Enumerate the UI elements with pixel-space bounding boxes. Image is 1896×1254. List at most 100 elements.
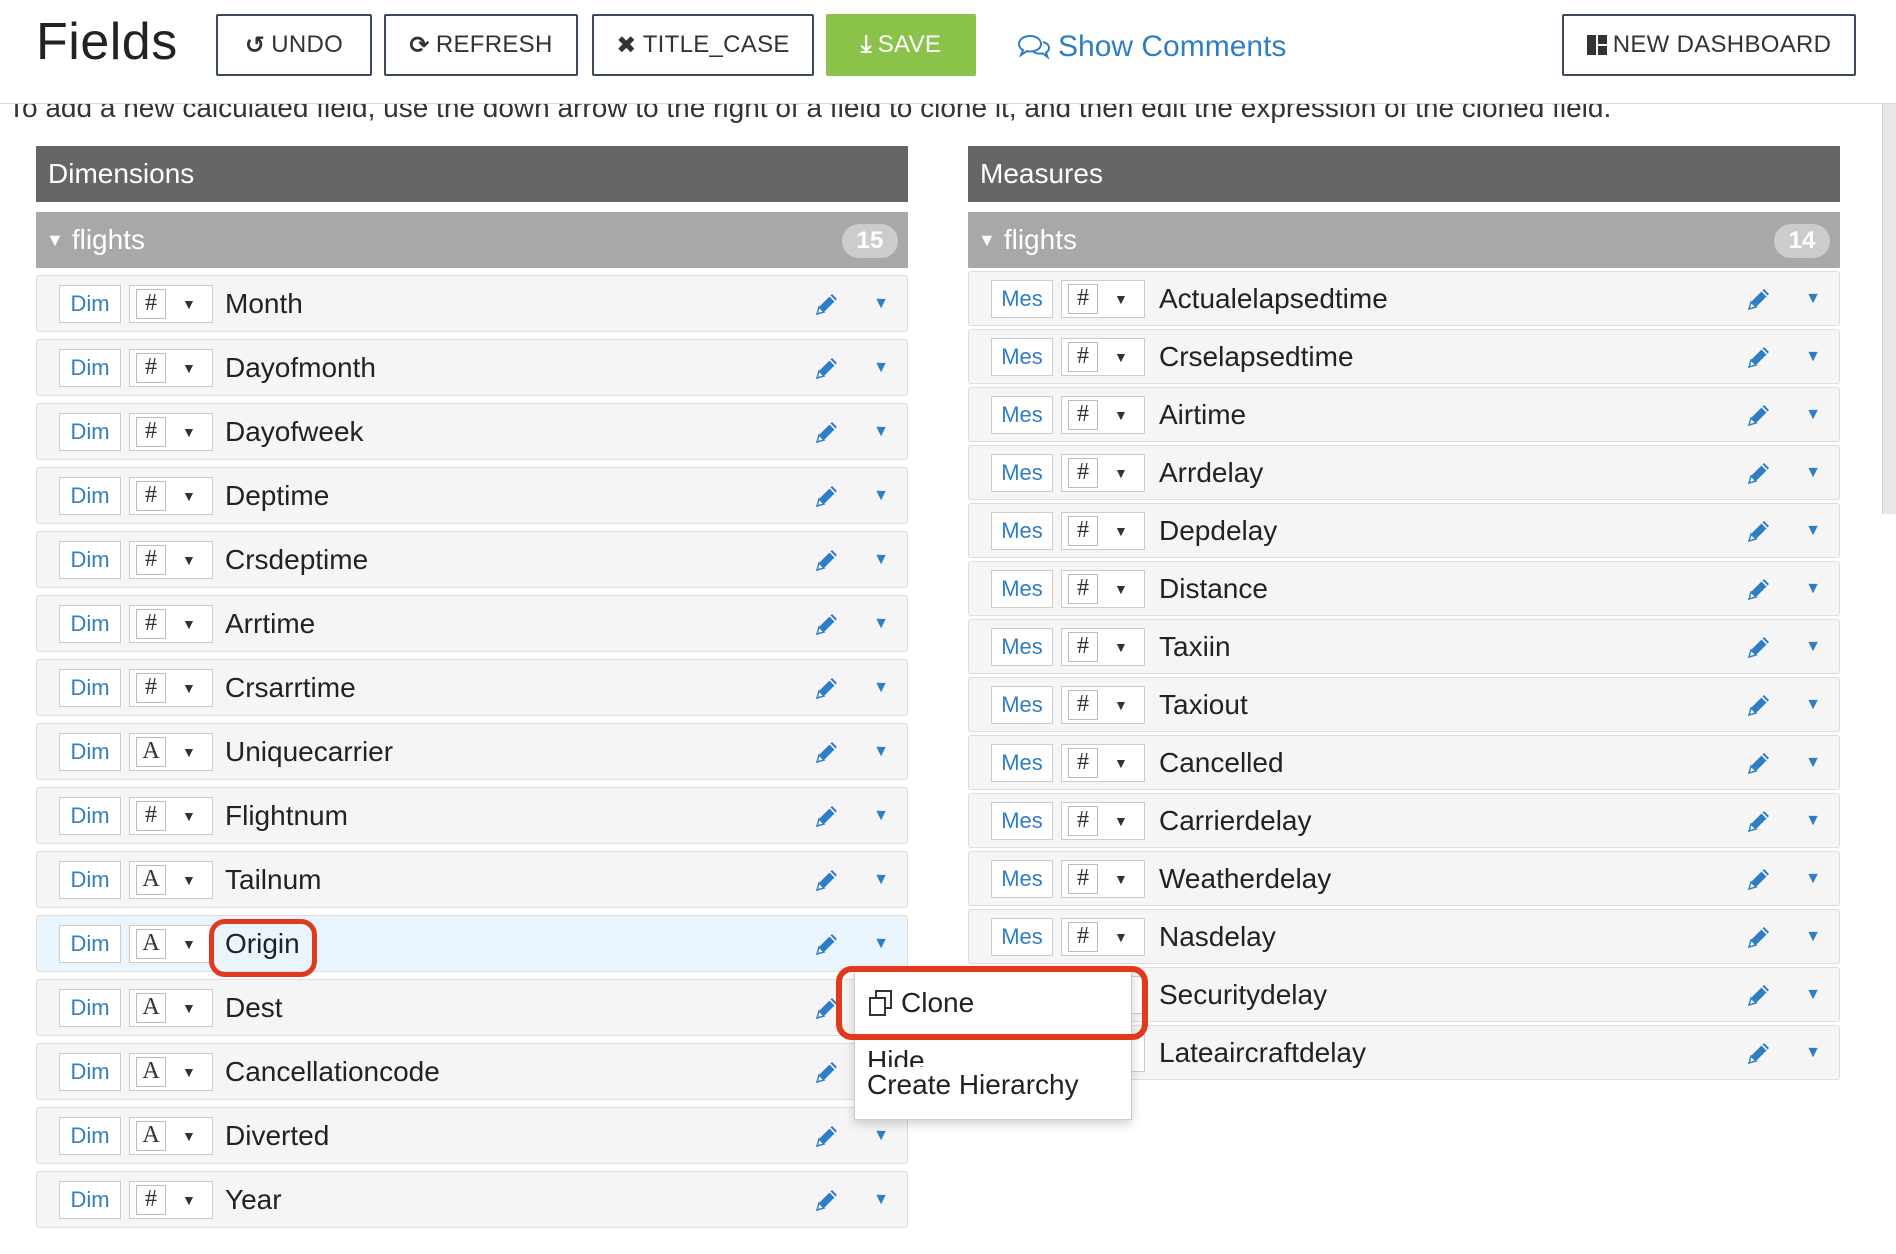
field-row[interactable]: Dim # ▼ Crsdeptime ▼: [36, 531, 908, 588]
field-role-badge[interactable]: Dim: [59, 476, 121, 515]
caret-down-icon[interactable]: ▼: [1805, 522, 1821, 540]
field-type-select[interactable]: #▼: [1061, 279, 1145, 318]
pencil-icon[interactable]: [1745, 923, 1773, 951]
field-type-select[interactable]: A ▼: [129, 1116, 213, 1155]
field-role-badge[interactable]: Mes: [991, 627, 1053, 666]
caret-down-icon[interactable]: ▼: [873, 551, 889, 569]
caret-down-icon[interactable]: ▼: [1805, 812, 1821, 830]
pencil-icon[interactable]: [1745, 865, 1773, 893]
field-type-select[interactable]: #▼: [1061, 337, 1145, 376]
field-type-select[interactable]: A ▼: [129, 1052, 213, 1091]
field-role-badge[interactable]: Dim: [59, 988, 121, 1027]
field-role-badge[interactable]: Mes: [991, 569, 1053, 608]
field-row[interactable]: Dim # ▼ Dayofmonth ▼: [36, 339, 908, 396]
field-role-badge[interactable]: Dim: [59, 924, 121, 963]
field-row[interactable]: Dim # ▼ Crsarrtime ▼: [36, 659, 908, 716]
pencil-icon[interactable]: [813, 354, 841, 382]
pencil-icon[interactable]: [813, 930, 841, 958]
field-type-select[interactable]: #▼: [1061, 453, 1145, 492]
field-role-badge[interactable]: Mes: [991, 801, 1053, 840]
field-type-select[interactable]: #▼: [129, 284, 213, 323]
field-row[interactable]: Dim # ▼ Month ▼: [36, 275, 908, 332]
pencil-icon[interactable]: [813, 1122, 841, 1150]
field-row[interactable]: Mes # ▼ Weatherdelay ▼: [968, 851, 1840, 906]
caret-down-icon[interactable]: ▼: [1805, 754, 1821, 772]
pencil-icon[interactable]: [813, 546, 841, 574]
pencil-icon[interactable]: [1745, 517, 1773, 545]
pencil-icon[interactable]: [1745, 401, 1773, 429]
show-comments-link[interactable]: Show Comments: [1018, 30, 1286, 64]
caret-down-icon[interactable]: ▼: [1805, 870, 1821, 888]
caret-down-icon[interactable]: ▼: [1805, 638, 1821, 656]
caret-down-icon[interactable]: ▼: [1805, 928, 1821, 946]
pencil-icon[interactable]: [1745, 575, 1773, 603]
caret-down-icon[interactable]: ▼: [1805, 986, 1821, 1004]
field-row[interactable]: Mes # ▼ Taxiin ▼: [968, 619, 1840, 674]
caret-down-icon[interactable]: ▼: [1805, 1044, 1821, 1062]
pencil-icon[interactable]: [813, 418, 841, 446]
pencil-icon[interactable]: [1745, 691, 1773, 719]
field-type-select[interactable]: #▼: [1061, 395, 1145, 434]
field-type-select[interactable]: A ▼: [129, 924, 213, 963]
caret-down-icon[interactable]: ▼: [873, 807, 889, 825]
field-role-badge[interactable]: Mes: [991, 395, 1053, 434]
field-row[interactable]: Mes # ▼ Cancelled ▼: [968, 735, 1840, 790]
caret-down-icon[interactable]: ▼: [873, 1191, 889, 1209]
field-type-select[interactable]: #▼: [129, 348, 213, 387]
field-role-badge[interactable]: Mes: [991, 337, 1053, 376]
field-role-badge[interactable]: Dim: [59, 1180, 121, 1219]
caret-down-icon[interactable]: ▼: [873, 935, 889, 953]
pencil-icon[interactable]: [1745, 807, 1773, 835]
field-role-badge[interactable]: Mes: [991, 917, 1053, 956]
save-button[interactable]: ⤓ SAVE: [826, 14, 976, 76]
field-row[interactable]: Dim A ▼ Diverted ▼: [36, 1107, 908, 1164]
pencil-icon[interactable]: [1745, 749, 1773, 777]
caret-down-icon[interactable]: ▼: [1805, 348, 1821, 366]
field-row[interactable]: Dim # ▼ Arrtime ▼: [36, 595, 908, 652]
field-role-badge[interactable]: Mes: [991, 279, 1053, 318]
undo-button[interactable]: ↺ UNDO: [216, 14, 372, 76]
field-type-select[interactable]: #▼: [1061, 685, 1145, 724]
pencil-icon[interactable]: [813, 866, 841, 894]
caret-down-icon[interactable]: ▼: [1805, 696, 1821, 714]
field-role-badge[interactable]: Mes: [991, 685, 1053, 724]
field-role-badge[interactable]: Dim: [59, 540, 121, 579]
dimensions-group-header[interactable]: ▼ flights 15: [36, 212, 908, 268]
caret-down-icon[interactable]: ▼: [873, 615, 889, 633]
pencil-icon[interactable]: [813, 802, 841, 830]
field-row[interactable]: Dim A ▼ Origin ▼: [36, 915, 908, 977]
pencil-icon[interactable]: [813, 674, 841, 702]
field-role-badge[interactable]: Dim: [59, 412, 121, 451]
field-row[interactable]: Mes # ▼ Taxiout ▼: [968, 677, 1840, 732]
menu-item-create-hierarchy[interactable]: Create Hierarchy: [867, 1069, 1079, 1101]
field-role-badge[interactable]: Dim: [59, 604, 121, 643]
field-row[interactable]: Mes # ▼ Crselapsedtime ▼: [968, 329, 1840, 384]
field-type-select[interactable]: #▼: [1061, 801, 1145, 840]
field-row[interactable]: DimA▼ Dest ▼: [36, 979, 908, 1036]
field-type-select[interactable]: #▼: [1061, 859, 1145, 898]
pencil-icon[interactable]: [1745, 633, 1773, 661]
pencil-icon[interactable]: [1745, 1039, 1773, 1067]
caret-down-icon[interactable]: ▼: [873, 743, 889, 761]
field-role-badge[interactable]: Mes: [991, 743, 1053, 782]
scrollbar[interactable]: [1882, 104, 1896, 514]
field-role-badge[interactable]: Dim: [59, 732, 121, 771]
menu-item-hide[interactable]: Hide: [867, 1041, 925, 1067]
caret-down-icon[interactable]: ▼: [873, 1127, 889, 1145]
caret-down-icon[interactable]: ▼: [1805, 464, 1821, 482]
pencil-icon[interactable]: [1745, 343, 1773, 371]
caret-down-icon[interactable]: ▼: [1805, 406, 1821, 424]
field-row[interactable]: Dim # ▼ Flightnum ▼: [36, 787, 908, 844]
field-role-badge[interactable]: Dim: [59, 348, 121, 387]
caret-down-icon[interactable]: ▼: [873, 487, 889, 505]
title-case-button[interactable]: ✖ TITLE_CASE: [592, 14, 814, 76]
pencil-icon[interactable]: [813, 1186, 841, 1214]
refresh-button[interactable]: ⟳ REFRESH: [384, 14, 578, 76]
field-row[interactable]: Dim # ▼ Year ▼: [36, 1171, 908, 1228]
field-row[interactable]: Mes # ▼ Depdelay ▼: [968, 503, 1840, 558]
pencil-icon[interactable]: [1745, 285, 1773, 313]
field-role-badge[interactable]: Dim: [59, 284, 121, 323]
field-type-select[interactable]: A ▼: [129, 860, 213, 899]
field-role-badge[interactable]: Mes: [991, 859, 1053, 898]
field-row[interactable]: Mes # ▼ Carrierdelay ▼: [968, 793, 1840, 848]
